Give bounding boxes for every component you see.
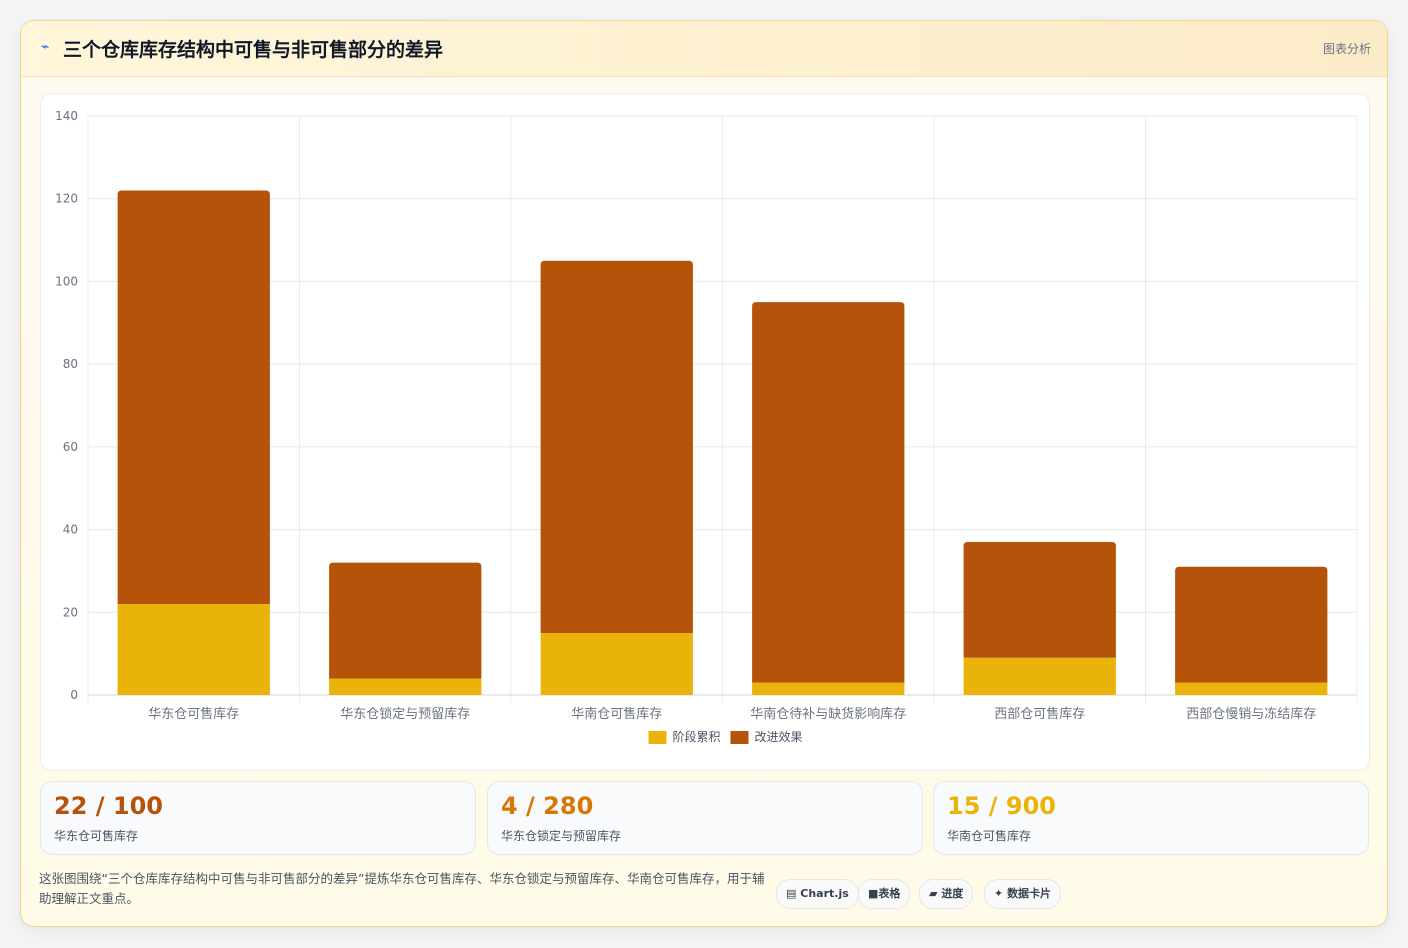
y-tick-label: 140 (55, 109, 78, 123)
chip-label: Chart.js (800, 887, 849, 900)
legend-label: 阶段累积 (673, 729, 721, 744)
chip-label: 表格 (878, 887, 901, 900)
bar-improve (963, 541, 1116, 658)
stat-value: 15 / 900 (947, 792, 1056, 820)
card-header: ⌁ 三个仓库库存结构中可售与非可售部分的差异 图表分析 (21, 21, 1387, 77)
stat-card-1: 22 / 100 华东仓可售库存 (40, 781, 476, 855)
legend-swatch (648, 731, 667, 744)
y-tick-label: 120 (55, 192, 78, 206)
legend-swatch (730, 731, 749, 744)
stat-label: 华南仓可售库存 (947, 829, 1032, 843)
bar-improve (1175, 566, 1328, 683)
stat-label: 华东仓可售库存 (54, 829, 139, 843)
stat-card-3: 15 / 900 华南仓可售库存 (933, 781, 1369, 855)
x-tick-label: 华东仓可售库存 (148, 706, 239, 722)
x-tick-label: 西部仓慢销与冻结库存 (1186, 706, 1316, 722)
legend-label: 改进效果 (755, 729, 803, 744)
stacked-bar-chart: 0 20 40 60 80 100 120 140 华东仓可售库存 华东仓锁定与预留库存 华南仓可售… (55, 109, 1358, 744)
bar-improve (329, 562, 482, 679)
chip-datacard[interactable]: ✦ 数据卡片 (984, 879, 1062, 909)
x-tick-label: 华南仓可售库存 (571, 706, 662, 722)
stat-label: 华东仓锁定与预留库存 (501, 829, 622, 843)
chart-icon: ▤ (786, 887, 797, 900)
x-tick-label: 西部仓可售库存 (994, 706, 1085, 722)
y-tick-label: 40 (63, 523, 78, 537)
stat-value: 22 / 100 (54, 792, 163, 820)
bar-improve (540, 260, 693, 633)
stat-value: 4 / 280 (501, 792, 594, 820)
chip-table[interactable]: ■表格 (858, 879, 911, 909)
chip-progress[interactable]: ▰ 进度 (919, 879, 974, 909)
x-tick-label: 华南仓待补与缺货影响库存 (750, 706, 906, 722)
bar-stage (117, 604, 270, 695)
chip-label: 进度 (941, 887, 964, 900)
x-tick-label: 华东仓锁定与预留库存 (340, 706, 470, 722)
chart-icon: ⌁ (41, 39, 50, 55)
header-tag: 图表分析 (1322, 42, 1371, 56)
bar-stage (1175, 682, 1328, 695)
chart-panel: 0 20 40 60 80 100 120 140 华东仓可售库存 华东仓锁定与预留库存 华南仓可售… (40, 93, 1370, 771)
chip-chartjs[interactable]: ▤ Chart.js (776, 879, 859, 909)
bar-improve (752, 302, 905, 683)
footer-note: 这张图围绕“三个仓库库存结构中可售与非可售部分的差异”提炼华东仓可售库存、华东仓… (39, 871, 765, 906)
bar-stage (329, 678, 482, 695)
stat-card-2: 4 / 280 华东仓锁定与预留库存 (487, 781, 923, 855)
y-tick-label: 80 (63, 357, 78, 371)
y-tick-label: 0 (70, 688, 78, 702)
bar-stage (540, 632, 693, 695)
bar-stage (752, 682, 905, 695)
bar-improve (117, 190, 270, 605)
progress-icon: ▰ (929, 887, 938, 900)
table-icon: ■ (868, 887, 879, 900)
y-tick-label: 60 (63, 440, 78, 454)
bar-stage (963, 657, 1116, 695)
sparkle-icon: ✦ (994, 887, 1004, 900)
y-tick-label: 100 (55, 274, 78, 288)
chart-card: ⌁ 三个仓库库存结构中可售与非可售部分的差异 图表分析 0 20 40 60 80 100… (20, 20, 1388, 927)
chip-label: 数据卡片 (1007, 887, 1052, 900)
y-tick-label: 20 (63, 605, 78, 619)
page-title: 三个仓库库存结构中可售与非可售部分的差异 (63, 39, 444, 61)
